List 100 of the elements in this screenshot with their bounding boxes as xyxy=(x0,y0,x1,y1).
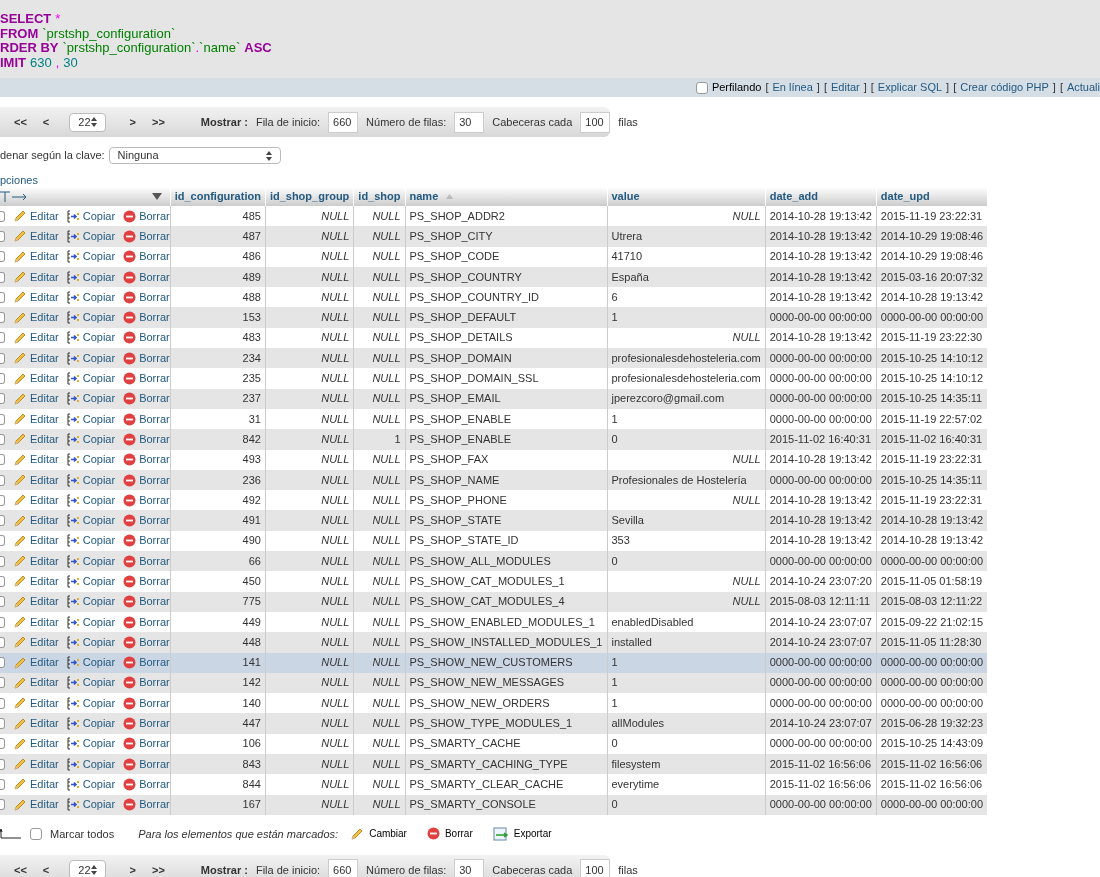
headers-every-field[interactable]: 100 xyxy=(580,111,611,133)
copy-link[interactable]: Copiar xyxy=(66,534,116,548)
row-checkbox[interactable] xyxy=(0,474,5,486)
delete-link[interactable]: Borrar xyxy=(123,615,170,629)
delete-button[interactable]: Borrar xyxy=(426,826,473,842)
row-checkbox[interactable] xyxy=(0,494,5,506)
row-checkbox[interactable] xyxy=(0,616,5,628)
copy-link[interactable]: Copiar xyxy=(66,554,116,568)
table-row[interactable]: Editar Copiar Borrar 844 NULL NULL PS_SMARTY_CLEAR_CACHE everytime 2015-11-02 16:56:06 2015-11-02 16:56:06 xyxy=(0,774,987,795)
copy-link[interactable]: Copiar xyxy=(66,311,116,325)
copy-link[interactable]: Copiar xyxy=(66,777,116,791)
table-row[interactable]: Editar Copiar Borrar 450 NULL NULL PS_SHOW_CAT_MODULES_1 NULL 2014-10-24 23:07:20 2015-11-05 01:58:19 xyxy=(0,571,987,592)
edit-link[interactable]: Editar xyxy=(13,270,59,285)
row-checkbox[interactable] xyxy=(0,576,5,587)
query-link[interactable]: Explicar SQL xyxy=(877,79,943,96)
row-checkbox[interactable] xyxy=(0,332,5,344)
next-page-button[interactable]: > xyxy=(125,861,140,877)
delete-link[interactable]: Borrar xyxy=(123,757,170,771)
row-checkbox[interactable] xyxy=(0,778,5,790)
delete-link[interactable]: Borrar xyxy=(123,534,170,548)
row-checkbox[interactable] xyxy=(0,535,5,547)
copy-link[interactable]: Copiar xyxy=(66,372,116,385)
edit-link[interactable]: Editar xyxy=(13,797,59,812)
edit-link[interactable]: Editar xyxy=(13,473,59,487)
edit-link[interactable]: Editar xyxy=(13,716,59,731)
profiling-checkbox[interactable] xyxy=(695,81,708,94)
copy-link[interactable]: Copiar xyxy=(66,351,116,365)
edit-link[interactable]: Editar xyxy=(13,594,59,609)
copy-link[interactable]: Copiar xyxy=(66,656,116,670)
query-link[interactable]: Crear código PHP xyxy=(960,79,1049,96)
edit-link[interactable]: Editar xyxy=(13,635,59,650)
delete-link[interactable]: Borrar xyxy=(123,473,170,487)
edit-link[interactable]: Editar xyxy=(13,696,59,711)
row-checkbox[interactable] xyxy=(0,677,5,689)
row-checkbox[interactable] xyxy=(0,312,5,324)
row-checkbox[interactable] xyxy=(0,555,5,567)
delete-link[interactable]: Borrar xyxy=(123,656,170,670)
column-arrows-icon[interactable] xyxy=(0,190,28,203)
edit-link[interactable]: Editar xyxy=(13,675,59,690)
edit-link[interactable]: Editar xyxy=(13,615,59,630)
edit-link[interactable]: Editar xyxy=(13,452,59,467)
copy-link[interactable]: Copiar xyxy=(66,757,116,771)
delete-link[interactable]: Borrar xyxy=(123,595,170,609)
table-row[interactable]: Editar Copiar Borrar 141 NULL NULL PS_SHOW_NEW_CUSTOMERS 1 0000-00-00 00:00:00 0000-00-00 00:00:00 xyxy=(0,652,987,673)
copy-link[interactable]: Copiar xyxy=(66,209,116,223)
copy-link[interactable]: Copiar xyxy=(66,432,116,446)
edit-link[interactable]: Editar xyxy=(13,412,59,427)
delete-link[interactable]: Borrar xyxy=(123,209,170,223)
table-row[interactable]: Editar Copiar Borrar 236 NULL NULL PS_SHOP_NAME Profesionales de Hostelería 0000-00-00 00:00:00 2015-10-25 14:35:11 xyxy=(0,469,987,491)
row-checkbox[interactable] xyxy=(0,454,5,466)
delete-link[interactable]: Borrar xyxy=(123,311,170,325)
table-row[interactable]: Editar Copiar Borrar 31 NULL NULL PS_SHOP_ENABLE 1 0000-00-00 00:00:00 2015-11-19 22:57:02 xyxy=(0,408,987,430)
copy-link[interactable]: Copiar xyxy=(66,575,116,588)
copy-link[interactable]: Copiar xyxy=(66,229,116,243)
edit-link[interactable]: Editar xyxy=(13,371,59,386)
delete-link[interactable]: Borrar xyxy=(123,229,170,243)
delete-link[interactable]: Borrar xyxy=(123,737,170,751)
delete-link[interactable]: Borrar xyxy=(123,717,170,731)
delete-link[interactable]: Borrar xyxy=(123,392,170,406)
table-row[interactable]: Editar Copiar Borrar 142 NULL NULL PS_SHOW_NEW_MESSAGES 1 0000-00-00 00:00:00 0000-00-00 00:00:00 xyxy=(0,672,987,694)
table-row[interactable]: Editar Copiar Borrar 447 NULL NULL PS_SHOW_TYPE_MODULES_1 allModules 2014-10-24 23:07:07 2015-06-28 19:32:23 xyxy=(0,713,987,734)
delete-link[interactable]: Borrar xyxy=(123,676,170,690)
start-row-field[interactable]: 660 xyxy=(328,859,359,877)
edit-link[interactable]: Editar xyxy=(13,513,59,528)
table-row[interactable]: Editar Copiar Borrar 106 NULL NULL PS_SMARTY_CACHE 0 0000-00-00 00:00:00 2015-10-25 14:43:09 xyxy=(0,733,987,754)
row-checkbox[interactable] xyxy=(0,230,5,242)
sort-key-select[interactable]: Ninguna xyxy=(108,147,281,164)
edit-link[interactable]: Editar xyxy=(13,777,59,792)
next-page-button[interactable]: > xyxy=(125,113,140,131)
row-checkbox[interactable] xyxy=(0,718,5,730)
copy-link[interactable]: Copiar xyxy=(66,412,116,426)
headers-every-field[interactable]: 100 xyxy=(580,859,611,877)
row-checkbox[interactable] xyxy=(0,738,5,750)
row-checkbox[interactable] xyxy=(0,271,5,283)
copy-link[interactable]: Copiar xyxy=(66,514,116,528)
dropdown-caret-icon[interactable] xyxy=(151,193,162,200)
delete-link[interactable]: Borrar xyxy=(123,250,170,264)
delete-link[interactable]: Borrar xyxy=(123,331,170,345)
options-link[interactable]: pciones xyxy=(0,174,38,186)
edit-link[interactable]: Editar xyxy=(13,554,59,569)
edit-link[interactable]: Editar xyxy=(13,330,59,345)
table-row[interactable]: Editar Copiar Borrar 490 NULL NULL PS_SHOP_STATE_ID 353 2014-10-28 19:13:42 2014-10-28 19:13:42 xyxy=(0,530,987,552)
table-row[interactable]: Editar Copiar Borrar 167 NULL NULL PS_SMARTY_CONSOLE 0 0000-00-00 00:00:00 0000-00-00 00:00:00 xyxy=(0,794,987,815)
last-page-button[interactable]: >> xyxy=(148,861,169,877)
table-row[interactable]: Editar Copiar Borrar 448 NULL NULL PS_SHOW_INSTALLED_MODULES_1 installed 2014-10-24 23:07:07 2015-11-05 11:28:30 xyxy=(0,632,987,653)
page-select[interactable]: 22 xyxy=(69,860,106,877)
row-checkbox[interactable] xyxy=(0,636,5,648)
copy-link[interactable]: Copiar xyxy=(66,676,116,690)
row-checkbox[interactable] xyxy=(0,758,5,770)
row-checkbox[interactable] xyxy=(0,210,5,222)
copy-link[interactable]: Copiar xyxy=(66,250,116,264)
delete-link[interactable]: Borrar xyxy=(123,412,170,426)
edit-link[interactable]: Editar xyxy=(13,391,59,406)
copy-link[interactable]: Copiar xyxy=(66,595,116,609)
table-row[interactable]: Editar Copiar Borrar 449 NULL NULL PS_SHOW_ENABLED_MODULES_1 enabledDisabled 2014-10-24 23:07:07 2015-09-22 21:02:15 xyxy=(0,611,987,633)
delete-link[interactable]: Borrar xyxy=(123,372,170,385)
table-row[interactable]: Editar Copiar Borrar 489 NULL NULL PS_SHOP_COUNTRY España 2014-10-28 19:13:42 2015-03-16 20:07:32 xyxy=(0,266,987,288)
previous-page-button[interactable]: < xyxy=(38,861,54,877)
delete-link[interactable]: Borrar xyxy=(123,575,170,588)
row-checkbox[interactable] xyxy=(0,291,5,303)
